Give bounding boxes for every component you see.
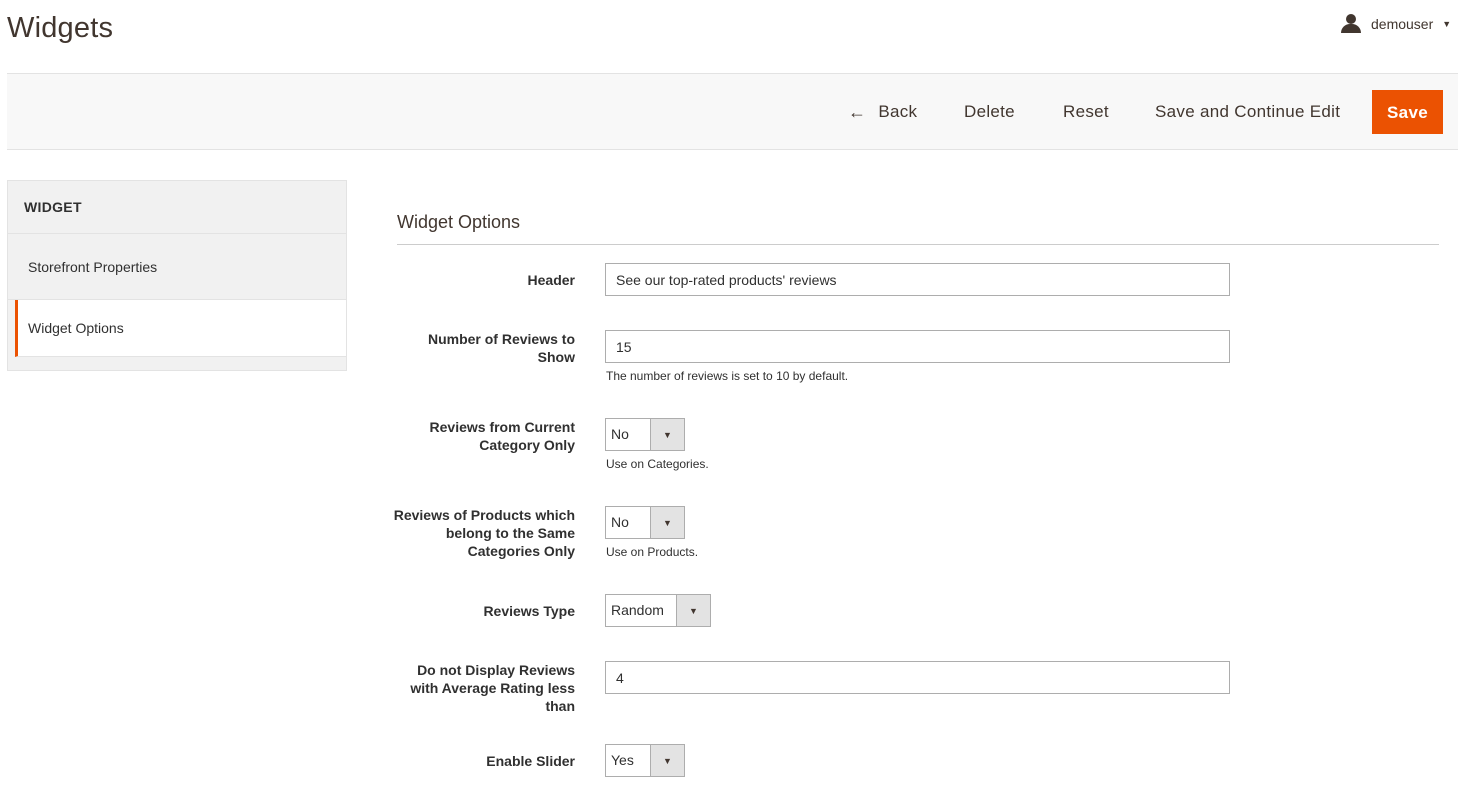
delete-button[interactable]: Delete (964, 90, 1015, 134)
page-actions-toolbar: ← Back Delete Reset Save and Continue Ed… (7, 73, 1458, 150)
sidebar-title: WIDGET (8, 181, 346, 234)
back-button[interactable]: ← Back (848, 90, 917, 134)
num-reviews-input[interactable] (605, 330, 1230, 363)
same-categories-select[interactable]: No ▼ (605, 506, 685, 539)
user-icon (1340, 14, 1362, 34)
save-and-continue-button[interactable]: Save and Continue Edit (1155, 90, 1340, 134)
reviews-type-select[interactable]: Random ▼ (605, 594, 711, 627)
reset-button[interactable]: Reset (1063, 90, 1109, 134)
save-button[interactable]: Save (1372, 90, 1443, 134)
chevron-down-icon: ▼ (676, 595, 710, 626)
min-rating-label: Do not Display Reviews with Average Rati… (410, 662, 575, 714)
num-reviews-note: The number of reviews is set to 10 by de… (606, 369, 849, 383)
current-category-select[interactable]: No ▼ (605, 418, 685, 451)
enable-slider-select[interactable]: Yes ▼ (605, 744, 685, 777)
username: demouser (1371, 16, 1434, 32)
chevron-down-icon: ▼ (650, 419, 684, 450)
back-button-label: Back (878, 102, 918, 121)
reviews-type-value: Random (611, 602, 664, 618)
min-rating-input[interactable] (605, 661, 1230, 694)
user-menu[interactable]: demouser ▼ (1340, 14, 1451, 34)
same-categories-note: Use on Products. (606, 545, 699, 559)
header-label: Header (527, 272, 575, 288)
sidebar-item-widget-options[interactable]: Widget Options (15, 300, 346, 357)
current-category-label: Reviews from Current Category Only (429, 419, 575, 453)
header-input[interactable] (605, 263, 1230, 296)
chevron-down-icon: ▼ (650, 507, 684, 538)
chevron-down-icon: ▼ (650, 745, 684, 776)
section-divider (397, 244, 1439, 245)
num-reviews-label: Number of Reviews to Show (427, 331, 575, 365)
same-categories-value: No (611, 514, 629, 530)
current-category-note: Use on Categories. (606, 457, 709, 471)
sidebar-item-storefront-properties[interactable]: Storefront Properties (8, 234, 346, 300)
page-title: Widgets (7, 12, 114, 44)
chevron-down-icon: ▼ (1442, 19, 1452, 29)
sidebar: WIDGET Storefront Properties Widget Opti… (7, 180, 347, 371)
reviews-type-label: Reviews Type (483, 603, 575, 619)
enable-slider-label: Enable Slider (486, 753, 575, 769)
current-category-value: No (611, 426, 629, 442)
same-categories-label: Reviews of Products which belong to the … (393, 507, 575, 559)
enable-slider-value: Yes (611, 752, 634, 768)
arrow-left-icon: ← (848, 102, 867, 122)
section-title: Widget Options (397, 212, 521, 232)
